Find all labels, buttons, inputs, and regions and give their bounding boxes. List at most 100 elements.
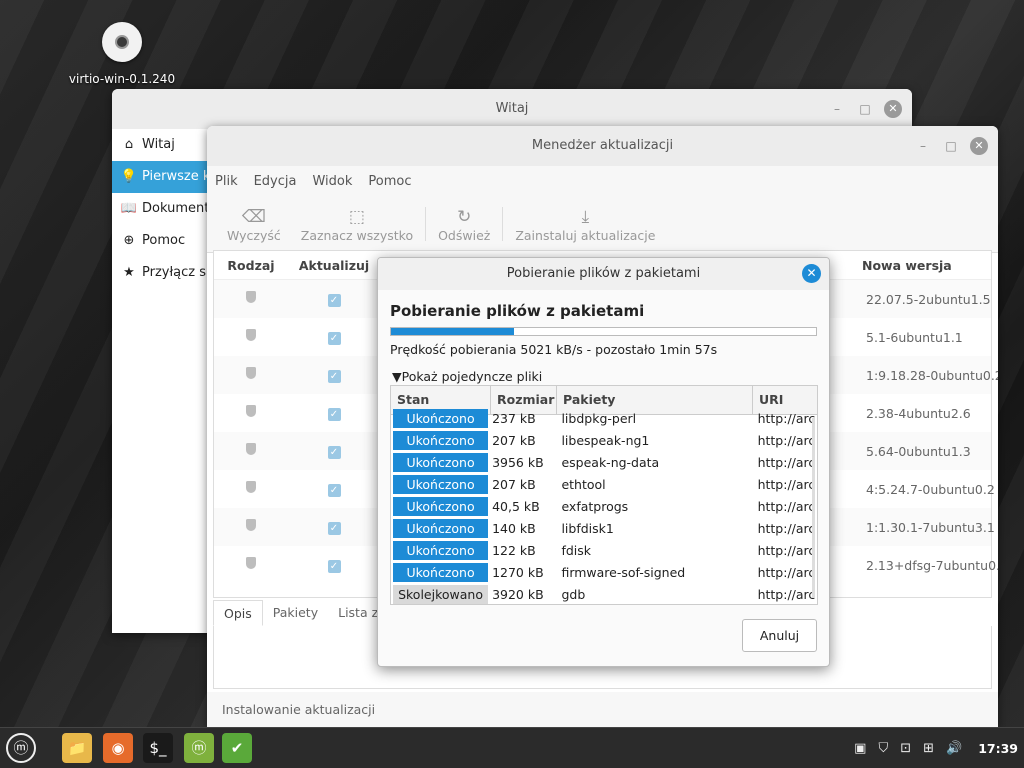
minimize-icon[interactable]: – [828,100,846,118]
sidebar-item[interactable]: 💡 Pierwsze kr [112,161,212,193]
file-status: Ukończono [393,430,489,450]
show-files-expander[interactable]: ▼Pokaż pojedyncze pliki [392,369,542,384]
mintupdate-icon[interactable]: ⓜ [184,733,214,763]
sidebar-item-label: Dokument [142,201,210,216]
refresh-label: Odśwież [438,227,491,243]
file-size: 207 kB [492,432,536,448]
file-row[interactable]: Ukończono 1270 kB firmware-sof-signed http:… [391,561,817,583]
menu-item[interactable]: Plik [215,174,238,189]
update-checkbox[interactable]: ✓ [327,407,341,421]
close-icon[interactable]: ✕ [884,100,902,118]
files-scrollbar[interactable] [812,418,815,598]
shield-icon [246,405,256,417]
update-checkbox[interactable]: ✓ [327,521,341,535]
column-type[interactable]: Rodzaj [214,258,288,273]
file-package: fdisk [561,542,592,558]
welcome-title: Witaj [495,101,529,116]
sidebar-item[interactable]: ⌂ Witaj [112,129,212,161]
menu-item[interactable]: Widok [312,174,352,189]
network-icon[interactable]: ⊞ [923,741,934,756]
welcome-titlebar[interactable]: Witaj – □ ✕ [112,89,912,129]
column-new-version[interactable]: Nowa wersja [862,258,952,273]
desktop-icon-virtio[interactable]: virtio-win-0.1.240 [60,22,184,86]
file-status: Ukończono [393,408,489,428]
refresh-button[interactable]: ↻ Odśwież [428,206,500,243]
update-checkbox[interactable]: ✓ [327,483,341,497]
help-icon: ⊕ [123,233,135,248]
download-progress-bar [390,327,817,336]
expander-label: Pokaż pojedyncze pliki [401,369,543,384]
disc-icon [102,22,142,62]
install-label: Zainstaluj aktualizacje [515,227,656,243]
details-tab[interactable]: Opis [213,600,263,626]
maximize-icon[interactable]: □ [942,137,960,155]
minimize-icon[interactable]: – [914,137,932,155]
select-all-icon: ⬚ [348,206,365,227]
file-package: ethtool [561,476,606,492]
shield-icon[interactable]: ⛉ [878,741,888,756]
clock[interactable]: 17:39 [978,741,1018,756]
file-row[interactable]: Skolejkowano 3920 kB gdb http://arc [391,583,817,604]
update-checkbox[interactable]: ✓ [327,293,341,307]
terminal-icon[interactable]: $_ [143,733,173,763]
update-checkbox[interactable]: ✓ [327,369,341,383]
download-speed-text: Prędkość pobierania 5021 kB/s - pozostał… [390,342,718,357]
file-uri: http://arc [757,476,816,492]
backspace-icon: ⌫ [241,206,266,227]
shield-icon [246,367,256,379]
file-status: Ukończono [393,562,489,582]
file-size: 207 kB [492,476,536,492]
files-icon[interactable]: 📁 [62,733,92,763]
clear-button[interactable]: ⌫ Wyczyść [217,206,291,243]
update-manager-title: Menedżer aktualizacji [531,138,674,153]
update-checkbox[interactable]: ✓ [327,559,341,573]
file-row[interactable]: Ukończono 140 kB libfdisk1 http://arc [391,517,817,539]
close-icon[interactable]: ✕ [970,137,988,155]
update-checkbox[interactable]: ✓ [327,331,341,345]
new-version: 5.64-0ubuntu1.3 [866,443,971,459]
file-uri: http://arc [757,542,816,558]
notification-icon[interactable]: ▣ [854,741,866,756]
files-list-body: Ukończono 237 kB libdpkg-perl http://arc Uko… [391,407,817,604]
update-tray-icon[interactable]: ⊡ [900,741,911,756]
sidebar-item[interactable]: 📖 Dokument [112,193,212,225]
select-all-label: Zaznacz wszystko [300,227,414,243]
home-icon: ⌂ [124,137,134,152]
sidebar-item-label: Pierwsze kr [142,169,212,184]
file-status: Ukończono [393,540,489,560]
file-uri: http://arc [757,432,816,448]
download-icon: ⤓ [581,206,590,227]
sidebar-item[interactable]: ⊕ Pomoc [112,225,212,257]
file-package: exfatprogs [561,498,629,514]
file-size: 40,5 kB [492,498,540,514]
column-update[interactable]: Aktualizuj [288,258,380,273]
volume-icon[interactable]: 🔊 [946,741,962,756]
dialog-titlebar[interactable]: Pobieranie plików z pakietami ✕ [378,258,829,290]
update-manager-titlebar[interactable]: Menedżer aktualizacji – □ ✕ [207,126,998,166]
file-row[interactable]: Ukończono 237 kB libdpkg-perl http://arc [391,407,817,429]
maximize-icon[interactable]: □ [856,100,874,118]
mint-menu-icon[interactable]: ⓜ [6,733,36,763]
file-row[interactable]: Ukończono 207 kB libespeak-ng1 http://arc [391,429,817,451]
install-updates-button[interactable]: ⤓ Zainstaluj aktualizacje [505,206,665,243]
shield-icon [246,557,256,569]
file-size: 140 kB [492,520,536,536]
shield-update-icon[interactable]: ✔ [222,733,252,763]
file-row[interactable]: Ukończono 207 kB ethtool http://arc [391,473,817,495]
system-tray: ▣ ⛉ ⊡ ⊞ 🔊 17:39 [854,728,1018,768]
file-size: 237 kB [492,410,536,426]
file-row[interactable]: Ukończono 122 kB fdisk http://arc [391,539,817,561]
update-checkbox[interactable]: ✓ [327,445,341,459]
menu-bar: Plik Edycja Widok Pomoc [207,166,998,196]
file-row[interactable]: Ukończono 40,5 kB exfatprogs http://arc [391,495,817,517]
file-row[interactable]: Ukończono 3956 kB espeak-ng-data http://arc [391,451,817,473]
menu-item[interactable]: Edycja [254,174,297,189]
select-all-button[interactable]: ⬚ Zaznacz wszystko [291,206,423,243]
details-tab[interactable]: Pakiety [263,600,328,626]
firefox-icon[interactable]: ◉ [103,733,133,763]
file-package: libdpkg-perl [561,410,637,426]
cancel-button[interactable]: Anuluj [742,619,817,652]
menu-item[interactable]: Pomoc [368,174,411,189]
sidebar-item[interactable]: ★ Przyłącz się [112,257,212,289]
close-icon[interactable]: ✕ [802,264,821,283]
